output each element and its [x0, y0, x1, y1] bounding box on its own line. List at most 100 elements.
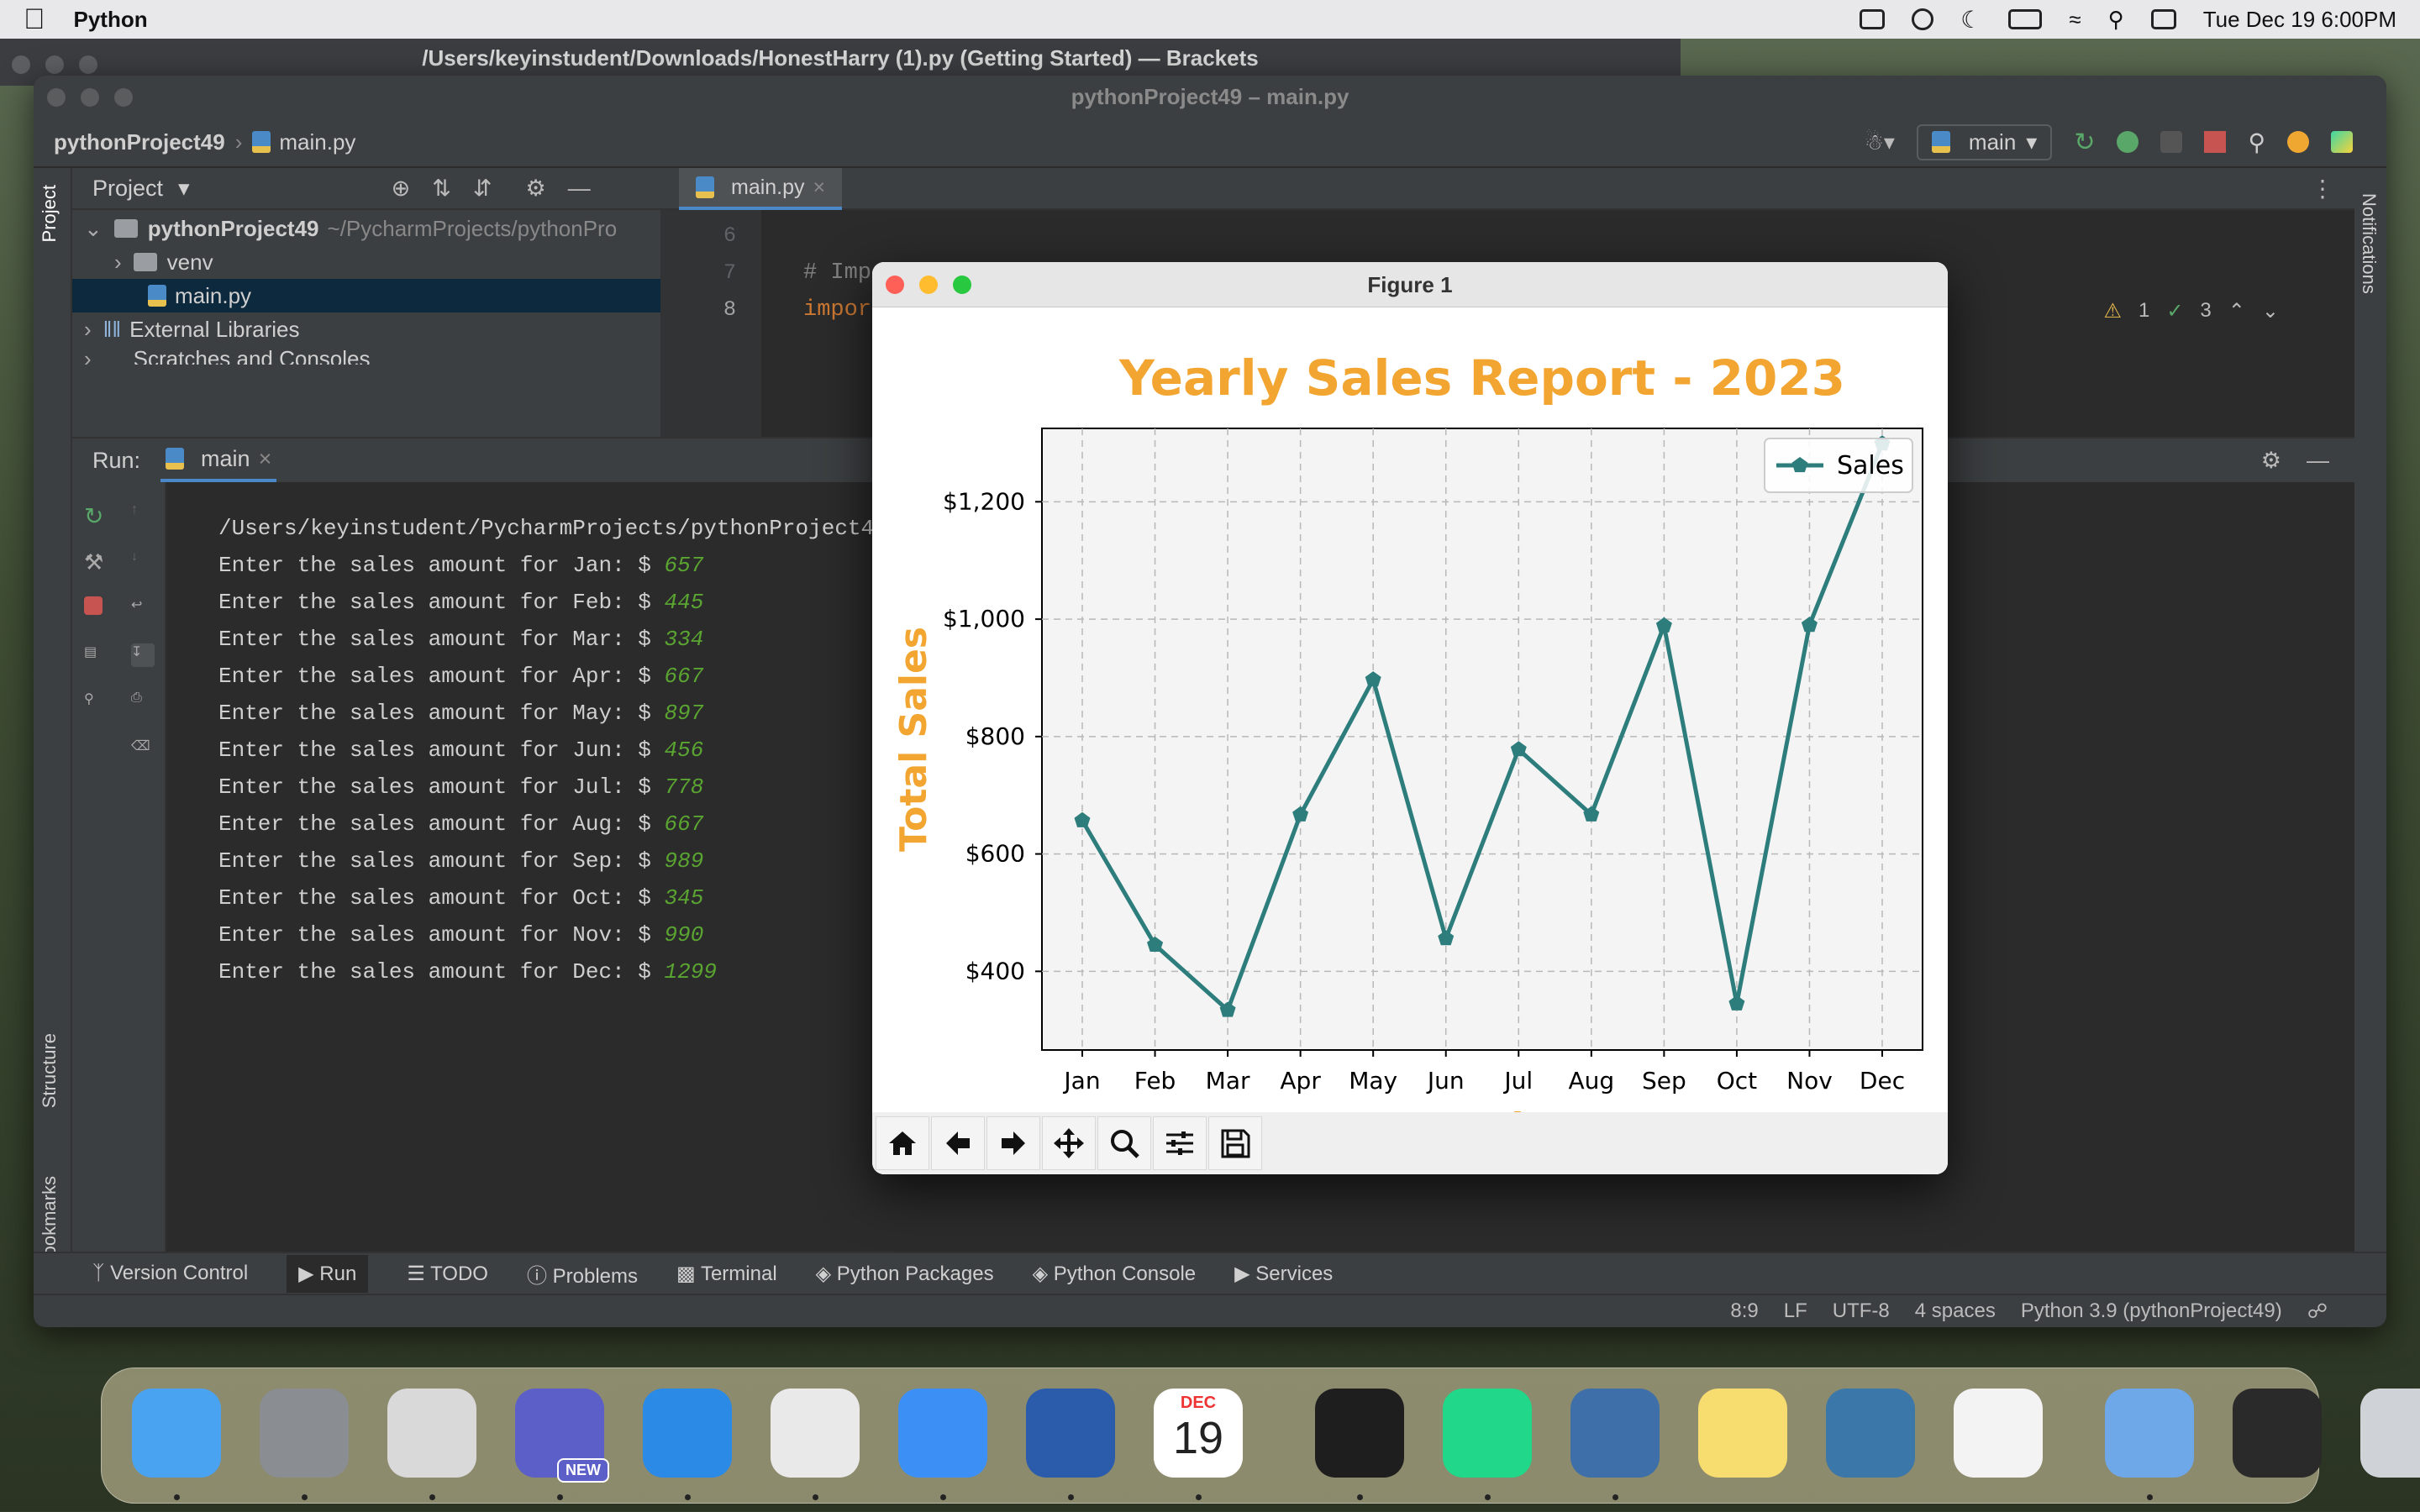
- chevron-down-icon[interactable]: ▾: [178, 176, 190, 202]
- structure-tool-tab[interactable]: Structure: [39, 1033, 60, 1108]
- chevron-down-icon[interactable]: ⌄: [2262, 299, 2279, 323]
- safari-icon[interactable]: [898, 1389, 987, 1478]
- vscode-icon[interactable]: [643, 1389, 732, 1478]
- tree-item-venv[interactable]: › venv: [72, 245, 660, 279]
- battery-icon[interactable]: [2008, 9, 2043, 29]
- back-arrow-icon[interactable]: [931, 1116, 985, 1170]
- chevron-up-icon[interactable]: ⌃: [2228, 299, 2245, 323]
- more-options-icon[interactable]: ⋮: [2311, 175, 2334, 202]
- launchpad-icon[interactable]: [387, 1389, 476, 1478]
- dark-mode-icon[interactable]: ☾: [1960, 6, 1981, 34]
- menubar-clock[interactable]: Tue Dec 19 6:00PM: [2203, 7, 2396, 33]
- chevron-right-icon[interactable]: ›: [84, 346, 92, 365]
- print-icon[interactable]: ⎙: [131, 690, 155, 714]
- hide-panel-icon[interactable]: —: [568, 176, 591, 202]
- calendar-icon[interactable]: DEC 19: [1154, 1389, 1243, 1478]
- trash-icon[interactable]: ⌫: [131, 738, 155, 761]
- brackets-zoom-button[interactable]: [79, 55, 97, 74]
- tab-version-control[interactable]: ᛉ Version Control: [92, 1262, 248, 1285]
- locate-file-icon[interactable]: ⊕: [392, 176, 411, 202]
- pycharm-minimize-button[interactable]: [81, 88, 99, 107]
- notifications-tool-tab[interactable]: Notifications: [2358, 193, 2380, 294]
- teams-icon[interactable]: NEW: [515, 1389, 609, 1483]
- expand-all-icon[interactable]: ⇅: [432, 176, 451, 202]
- inspection-widget[interactable]: ⚠ 1 ✓ 3 ⌃ ⌄: [2103, 299, 2279, 323]
- app-menu-python[interactable]: Python: [74, 7, 148, 33]
- pin-icon[interactable]: ⚲: [84, 690, 108, 714]
- screenshot-thumbnail-icon[interactable]: [2233, 1389, 2322, 1478]
- status-line-separator[interactable]: LF: [1784, 1299, 1807, 1323]
- lock-icon[interactable]: ☍: [2307, 1299, 2328, 1324]
- arrow-down-icon[interactable]: ↓: [131, 549, 155, 573]
- zoom-magnifier-icon[interactable]: [1097, 1116, 1151, 1170]
- status-encoding[interactable]: UTF-8: [1833, 1299, 1890, 1323]
- brackets-icon[interactable]: [1570, 1389, 1660, 1478]
- tab-services[interactable]: ▶ Services: [1234, 1262, 1333, 1286]
- finder-icon[interactable]: [132, 1389, 221, 1478]
- chevron-down-icon[interactable]: ⌄: [84, 216, 103, 242]
- chevron-right-icon[interactable]: ›: [114, 249, 122, 276]
- close-icon[interactable]: ×: [813, 176, 826, 200]
- stop-icon[interactable]: [2204, 131, 2227, 153]
- tree-root-project[interactable]: ⌄ pythonProject49 ~/PycharmProjects/pyth…: [72, 212, 660, 245]
- vcs-user-icon[interactable]: ☃▾: [1865, 129, 1895, 155]
- pycharm-zoom-button[interactable]: [114, 88, 133, 107]
- layout-icon[interactable]: ▤: [84, 643, 108, 667]
- breadcrumb-project[interactable]: pythonProject49: [54, 129, 225, 155]
- jetbrains-icon[interactable]: [2331, 131, 2353, 153]
- scroll-to-end-icon[interactable]: ↧: [131, 643, 155, 667]
- search-everywhere-icon[interactable]: ⚲: [2248, 129, 2265, 156]
- settings-gear-icon[interactable]: ⚙: [525, 176, 545, 202]
- tab-python-packages[interactable]: ◈ Python Packages: [816, 1262, 994, 1286]
- tab-todo[interactable]: ☰ TODO: [407, 1262, 488, 1286]
- run-tab-main[interactable]: main ×: [160, 439, 277, 482]
- word-icon[interactable]: [1026, 1389, 1115, 1478]
- wifi-icon[interactable]: ≈: [2069, 7, 2081, 33]
- coverage-icon[interactable]: [2160, 131, 2183, 153]
- vpn-status-icon[interactable]: [1912, 8, 1934, 30]
- editor-tab-main-py[interactable]: main.py ×: [679, 168, 843, 210]
- chrome-icon[interactable]: [771, 1389, 860, 1478]
- status-cursor-position[interactable]: 8:9: [1730, 1299, 1758, 1323]
- figure-titlebar[interactable]: Figure 1: [872, 262, 1948, 307]
- figure-close-button[interactable]: [886, 276, 904, 294]
- tab-problems[interactable]: ⓘ Problems: [527, 1259, 638, 1289]
- status-interpreter[interactable]: Python 3.9 (pythonProject49): [2021, 1299, 2282, 1323]
- python-launcher-icon[interactable]: [1826, 1389, 1915, 1478]
- brackets-status-icon[interactable]: [1860, 9, 1886, 29]
- figure-minimize-button[interactable]: [919, 276, 938, 294]
- apple-menu-icon[interactable]: : [24, 3, 45, 36]
- tree-item-main-py[interactable]: main.py: [72, 279, 660, 312]
- control-center-icon[interactable]: [2150, 9, 2176, 29]
- save-figure-icon[interactable]: [1208, 1116, 1262, 1170]
- settings-gear-icon[interactable]: ⚙: [2261, 448, 2281, 474]
- stop-icon[interactable]: [84, 596, 103, 615]
- configure-subplots-icon[interactable]: [1153, 1116, 1207, 1170]
- close-icon[interactable]: ×: [259, 446, 272, 472]
- tab-run[interactable]: ▶ Run: [287, 1254, 369, 1293]
- brackets-close-button[interactable]: [12, 55, 30, 74]
- tree-item-scratches[interactable]: › Scratches and Consoles: [72, 346, 660, 365]
- pycharm-icon[interactable]: [1443, 1389, 1532, 1478]
- pycharm-close-button[interactable]: [47, 88, 66, 107]
- system-settings-icon[interactable]: [260, 1389, 349, 1478]
- pan-move-icon[interactable]: [1042, 1116, 1096, 1170]
- pinwheel-icon[interactable]: [1954, 1389, 2043, 1478]
- pycharm-titlebar[interactable]: pythonProject49 – main.py: [34, 76, 2386, 118]
- rerun-icon[interactable]: ↻: [84, 502, 108, 529]
- project-view-selector[interactable]: Project: [92, 176, 163, 202]
- spotlight-search-icon[interactable]: ⚲: [2108, 7, 2124, 33]
- notes-icon[interactable]: [1698, 1389, 1787, 1478]
- arrow-up-icon[interactable]: ↑: [131, 502, 155, 526]
- home-icon[interactable]: [876, 1116, 929, 1170]
- collapse-all-icon[interactable]: ⇵: [473, 176, 492, 202]
- downloads-folder-icon[interactable]: [2105, 1389, 2194, 1478]
- tree-item-external-libraries[interactable]: › ‖‖ External Libraries: [72, 312, 660, 346]
- figure-zoom-button[interactable]: [953, 276, 971, 294]
- status-indent[interactable]: 4 spaces: [1915, 1299, 1996, 1323]
- tab-terminal[interactable]: ▩ Terminal: [676, 1262, 777, 1286]
- update-icon[interactable]: [2287, 131, 2309, 153]
- breadcrumb-file[interactable]: main.py: [279, 129, 355, 155]
- rerun-icon[interactable]: ↻: [2074, 128, 2095, 157]
- chevron-right-icon[interactable]: ›: [84, 317, 92, 343]
